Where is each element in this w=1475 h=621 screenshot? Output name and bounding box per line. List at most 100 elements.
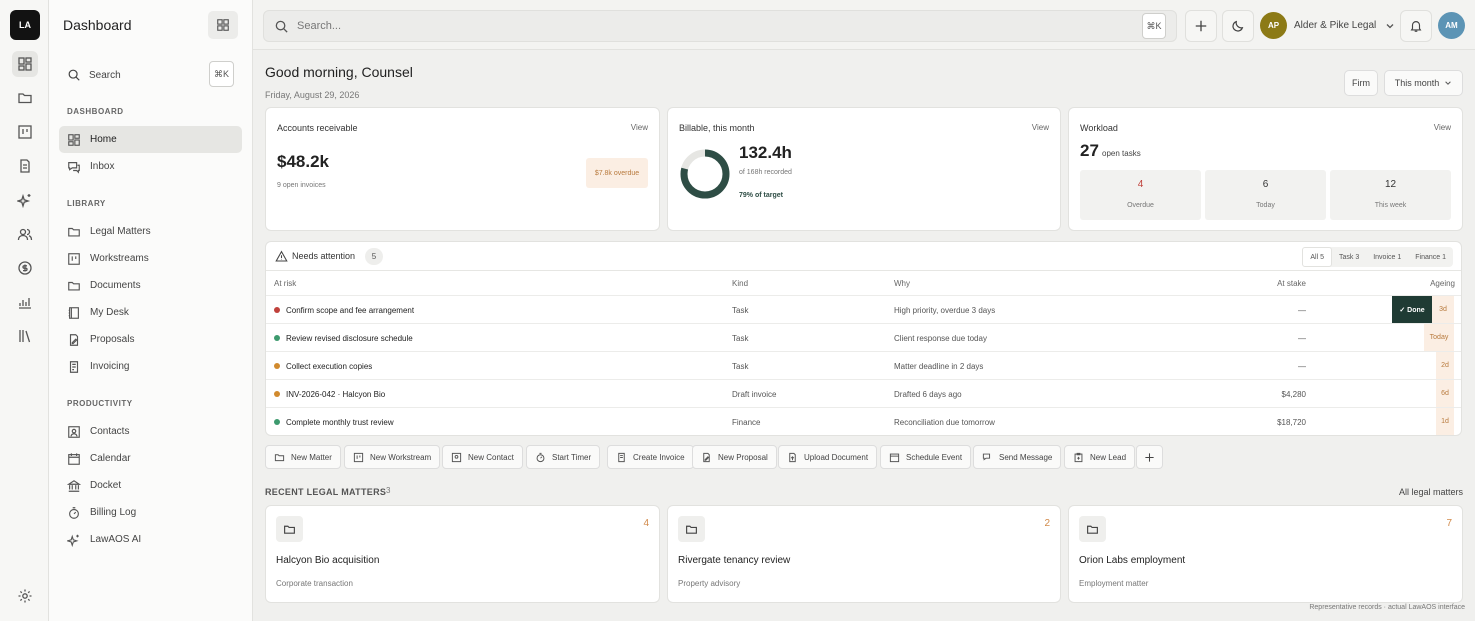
app-logo[interactable]: LA (10, 10, 40, 40)
filter-all[interactable]: All 5 (1302, 247, 1332, 267)
sparkle-icon[interactable] (12, 187, 38, 213)
sidebar-item-home[interactable]: Home (59, 126, 242, 153)
start-timer-button[interactable]: Start Timer (526, 445, 601, 469)
view-link[interactable]: View (1032, 123, 1049, 132)
add-button[interactable] (1185, 10, 1217, 42)
dashboard-icon[interactable] (12, 51, 38, 77)
all-legal-matters-link[interactable]: All legal matters (1399, 487, 1463, 497)
matter-card[interactable]: 2 Rivergate tenancy review Property advi… (667, 505, 1061, 603)
sidebar-item-docket[interactable]: Docket (59, 472, 242, 499)
table-row[interactable]: Collect execution copies Task Matter dea… (266, 351, 1461, 379)
new-contact-button[interactable]: New Contact (442, 445, 523, 469)
filter-invoice[interactable]: Invoice 1 (1366, 247, 1408, 267)
view-link[interactable]: View (631, 123, 648, 132)
search-icon (68, 69, 80, 81)
sidebar-item-calendar[interactable]: Calendar (59, 445, 242, 472)
done-button[interactable]: ✓ Done (1392, 296, 1432, 323)
sidebar-item-billing-log[interactable]: Billing Log (59, 499, 242, 526)
filter-finance[interactable]: Finance 1 (1408, 247, 1453, 267)
people-icon[interactable] (12, 221, 38, 247)
table-row[interactable]: INV-2026-042 · Halcyon Bio Draft invoice… (266, 379, 1461, 407)
new-workstream-button[interactable]: New Workstream (344, 445, 441, 469)
top-bar: Search... ⌘K AP Alder & Pike Legal AM (253, 0, 1475, 50)
schedule-event-button[interactable]: Schedule Event (880, 445, 972, 469)
stopwatch-icon (69, 506, 79, 519)
matter-name: Orion Labs employment (1079, 555, 1186, 566)
sidebar-item-documents[interactable]: Documents (59, 272, 242, 299)
sidebar-item-lawaos-ai[interactable]: LawAOS AI (59, 526, 242, 553)
card-title: Accounts receivable (277, 123, 358, 133)
upload-document-button[interactable]: Upload Document (778, 445, 878, 469)
plus-icon (1145, 452, 1154, 462)
sidebar-item-workstreams[interactable]: Workstreams (59, 245, 242, 272)
dashboard-icon (68, 133, 80, 146)
filter-task[interactable]: Task 3 (1332, 247, 1366, 267)
folder-icon (274, 453, 285, 461)
sidebar-item-proposals[interactable]: Proposals (59, 326, 242, 353)
workload-count: 27 (1080, 141, 1099, 160)
send-message-button[interactable]: Send Message (973, 445, 1062, 469)
folder-icon (1079, 516, 1106, 542)
matter-card[interactable]: 7 Orion Labs employment Employment matte… (1068, 505, 1463, 603)
overdue-box[interactable]: 4 Overdue (1080, 170, 1201, 220)
matter-type: Corporate transaction (276, 579, 353, 588)
new-lead-button[interactable]: New Lead (1064, 445, 1136, 469)
sidebar-item-invoicing[interactable]: Invoicing (59, 353, 242, 380)
library-icon[interactable] (12, 323, 38, 349)
new-proposal-button[interactable]: New Proposal (692, 445, 777, 469)
global-search-input[interactable]: Search... (263, 10, 1177, 42)
notifications-button[interactable] (1400, 10, 1432, 42)
sidebar-item-my-desk[interactable]: My Desk (59, 299, 242, 326)
new-matter-button[interactable]: New Matter (265, 445, 341, 469)
document-icon[interactable] (12, 153, 38, 179)
analytics-icon[interactable] (12, 289, 38, 315)
layout-toggle-button[interactable] (208, 11, 238, 39)
dollar-icon[interactable] (12, 255, 38, 281)
folder-icon (276, 516, 303, 542)
sidebar-item-contacts[interactable]: Contacts (59, 418, 242, 445)
matter-name: Rivergate tenancy review (678, 555, 791, 566)
theme-toggle-button[interactable] (1222, 10, 1254, 42)
clipboard-icon (1074, 452, 1083, 462)
calendar-icon (889, 453, 900, 462)
notebook-icon (68, 306, 79, 319)
table-row[interactable]: Review revised disclosure schedule Task … (266, 323, 1461, 351)
status-dot (274, 335, 280, 341)
settings-icon[interactable] (12, 583, 38, 609)
invoice-icon (69, 360, 79, 373)
more-actions-button[interactable] (1136, 445, 1163, 469)
chevron-down-icon[interactable] (1385, 21, 1395, 31)
ar-sub: 9 open invoices (277, 182, 326, 189)
firm-avatar[interactable]: AP (1260, 12, 1287, 39)
today-box[interactable]: 6 Today (1205, 170, 1326, 220)
table-row[interactable]: Complete monthly trust review Finance Re… (266, 407, 1461, 435)
matter-count: 7 (1446, 518, 1452, 529)
col-kind: Kind (732, 279, 749, 288)
period-select[interactable]: This month (1384, 70, 1463, 96)
icon-rail: LA (0, 0, 49, 621)
sidebar-item-inbox[interactable]: Inbox (59, 153, 242, 180)
create-invoice-button[interactable]: Create Invoice (607, 445, 694, 469)
folder-icon (68, 281, 80, 291)
table-row[interactable]: Confirm scope and fee arrangement Task H… (266, 295, 1461, 323)
matter-count: 4 (643, 518, 649, 529)
sidebar-item-legal-matters[interactable]: Legal Matters (59, 218, 242, 245)
view-link[interactable]: View (1434, 123, 1451, 132)
contact-card-icon (68, 425, 80, 438)
sidebar: Dashboard Search ⌘K DASHBOARD Home Inbox… (49, 0, 253, 621)
main-content: Good morning, Counsel Friday, August 29,… (253, 50, 1475, 621)
matter-type: Property advisory (678, 579, 741, 588)
user-avatar[interactable]: AM (1438, 12, 1465, 39)
folder-icon[interactable] (12, 85, 38, 111)
this-week-box[interactable]: 12 This week (1330, 170, 1451, 220)
search-placeholder: Search... (297, 20, 342, 32)
billable-card: Billable, this month View 132.4h of 168h… (667, 107, 1061, 231)
matter-count: 2 (1044, 518, 1050, 529)
calendar-icon (68, 452, 80, 465)
needs-attention-panel: Needs attention 5 All 5 Task 3 Invoice 1… (265, 241, 1462, 436)
kanban-icon[interactable] (12, 119, 38, 145)
attention-filter-tabs: All 5 Task 3 Invoice 1 Finance 1 (1302, 247, 1453, 267)
scope-filter-button[interactable]: Firm (1344, 70, 1378, 96)
matter-card[interactable]: 4 Halcyon Bio acquisition Corporate tran… (265, 505, 660, 603)
firm-name[interactable]: Alder & Pike Legal (1294, 20, 1376, 31)
